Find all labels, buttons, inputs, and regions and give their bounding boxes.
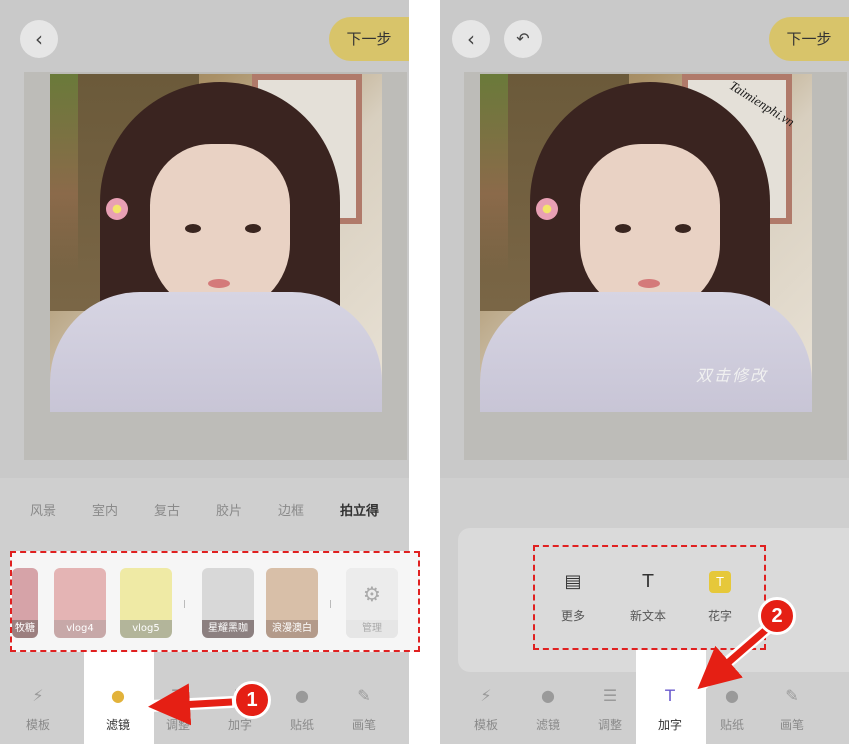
right-screen: ‹ ↶ 下一步 双击修改 Taimienphi.vn ▤ 更多 T 新文本 T …: [440, 0, 849, 744]
new-text-tool[interactable]: T 新文本: [618, 571, 678, 624]
next-step-button[interactable]: 下一步: [329, 17, 409, 61]
category-polaroid[interactable]: 拍立得: [340, 500, 379, 524]
lightning-icon: ⚡: [32, 686, 44, 705]
lightning-icon: ⚡: [480, 686, 492, 705]
flower-hairclip: [536, 198, 558, 220]
chevron-left-icon: ‹: [467, 27, 475, 51]
filter-thumb[interactable]: vlog5: [120, 568, 172, 638]
nav-template[interactable]: ⚡ 模板: [10, 686, 66, 733]
filter-strip-highlight: 牧糖 vlog4 vlog5 星耀黑咖 浪漫澳白 ⚙ 管理: [10, 551, 420, 652]
undo-button[interactable]: ↶: [504, 20, 542, 58]
photo-preview[interactable]: 双击修改: [480, 74, 812, 412]
undo-icon: ↶: [516, 29, 530, 48]
sliders-icon: ☰: [170, 686, 186, 705]
category-retro[interactable]: 复古: [154, 500, 180, 524]
flower-hairclip: [106, 198, 128, 220]
manage-filters-button[interactable]: ⚙ 管理: [346, 568, 398, 638]
back-button[interactable]: ‹: [20, 20, 58, 58]
bottom-nav: ⚡ 模板 ● 滤镜 ☰ 调整 T 加字 ● 贴纸 ✎ 画笔: [0, 676, 409, 744]
gear-icon: ⚙: [346, 568, 398, 620]
nav-brush[interactable]: ✎ 画笔: [764, 686, 820, 733]
sticker-icon: ●: [295, 686, 309, 705]
sticker-icon: ●: [725, 686, 739, 705]
text-add-icon: T: [642, 571, 654, 592]
fancy-text-tool[interactable]: T 花字: [690, 571, 750, 624]
nav-template[interactable]: ⚡ 模板: [458, 686, 514, 733]
category-indoor[interactable]: 室内: [92, 500, 118, 524]
step-2-badge: 2: [758, 597, 796, 635]
text-icon: T: [665, 686, 675, 705]
nav-sticker[interactable]: ● 贴纸: [274, 686, 330, 733]
fancy-text-icon: T: [709, 571, 731, 593]
next-step-button[interactable]: 下一步: [769, 17, 849, 61]
chevron-left-icon: ‹: [35, 27, 43, 51]
nav-filter[interactable]: ● 滤镜: [520, 686, 576, 733]
nav-sticker[interactable]: ● 贴纸: [704, 686, 760, 733]
brush-icon: ✎: [785, 686, 799, 705]
text-tools-highlight: ▤ 更多 T 新文本 T 花字: [533, 545, 766, 650]
photo-preview[interactable]: [50, 74, 382, 412]
back-button[interactable]: ‹: [452, 20, 490, 58]
filter-thumb[interactable]: 牧糖: [12, 568, 38, 638]
filter-thumb[interactable]: vlog4: [54, 568, 106, 638]
nav-brush[interactable]: ✎ 画笔: [336, 686, 392, 733]
shop-icon: ▤: [564, 571, 582, 592]
filter-category-bar: 风景 室内 复古 胶片 边框 拍立得: [0, 500, 409, 524]
nav-text[interactable]: T 加字: [642, 686, 698, 733]
nav-adjust[interactable]: ☰ 调整: [582, 686, 638, 733]
color-circles-icon: ●: [541, 686, 555, 705]
color-circles-icon: ●: [111, 686, 125, 705]
filter-thumb[interactable]: 浪漫澳白: [266, 568, 318, 638]
filter-thumb[interactable]: 星耀黑咖: [202, 568, 254, 638]
nav-adjust[interactable]: ☰ 调整: [150, 686, 206, 733]
bottom-nav: ⚡ 模板 ● 滤镜 ☰ 调整 T 加字 ● 贴纸 ✎ 画笔: [440, 676, 849, 744]
category-landscape[interactable]: 风景: [30, 500, 56, 524]
category-film[interactable]: 胶片: [216, 500, 242, 524]
more-tool[interactable]: ▤ 更多: [543, 571, 603, 624]
sliders-icon: ☰: [602, 686, 618, 705]
step-1-badge: 1: [233, 681, 271, 719]
brush-icon: ✎: [357, 686, 371, 705]
overlay-text-box[interactable]: 双击修改: [696, 362, 768, 386]
category-border[interactable]: 边框: [278, 500, 304, 524]
nav-filter[interactable]: ● 滤镜: [90, 686, 146, 733]
